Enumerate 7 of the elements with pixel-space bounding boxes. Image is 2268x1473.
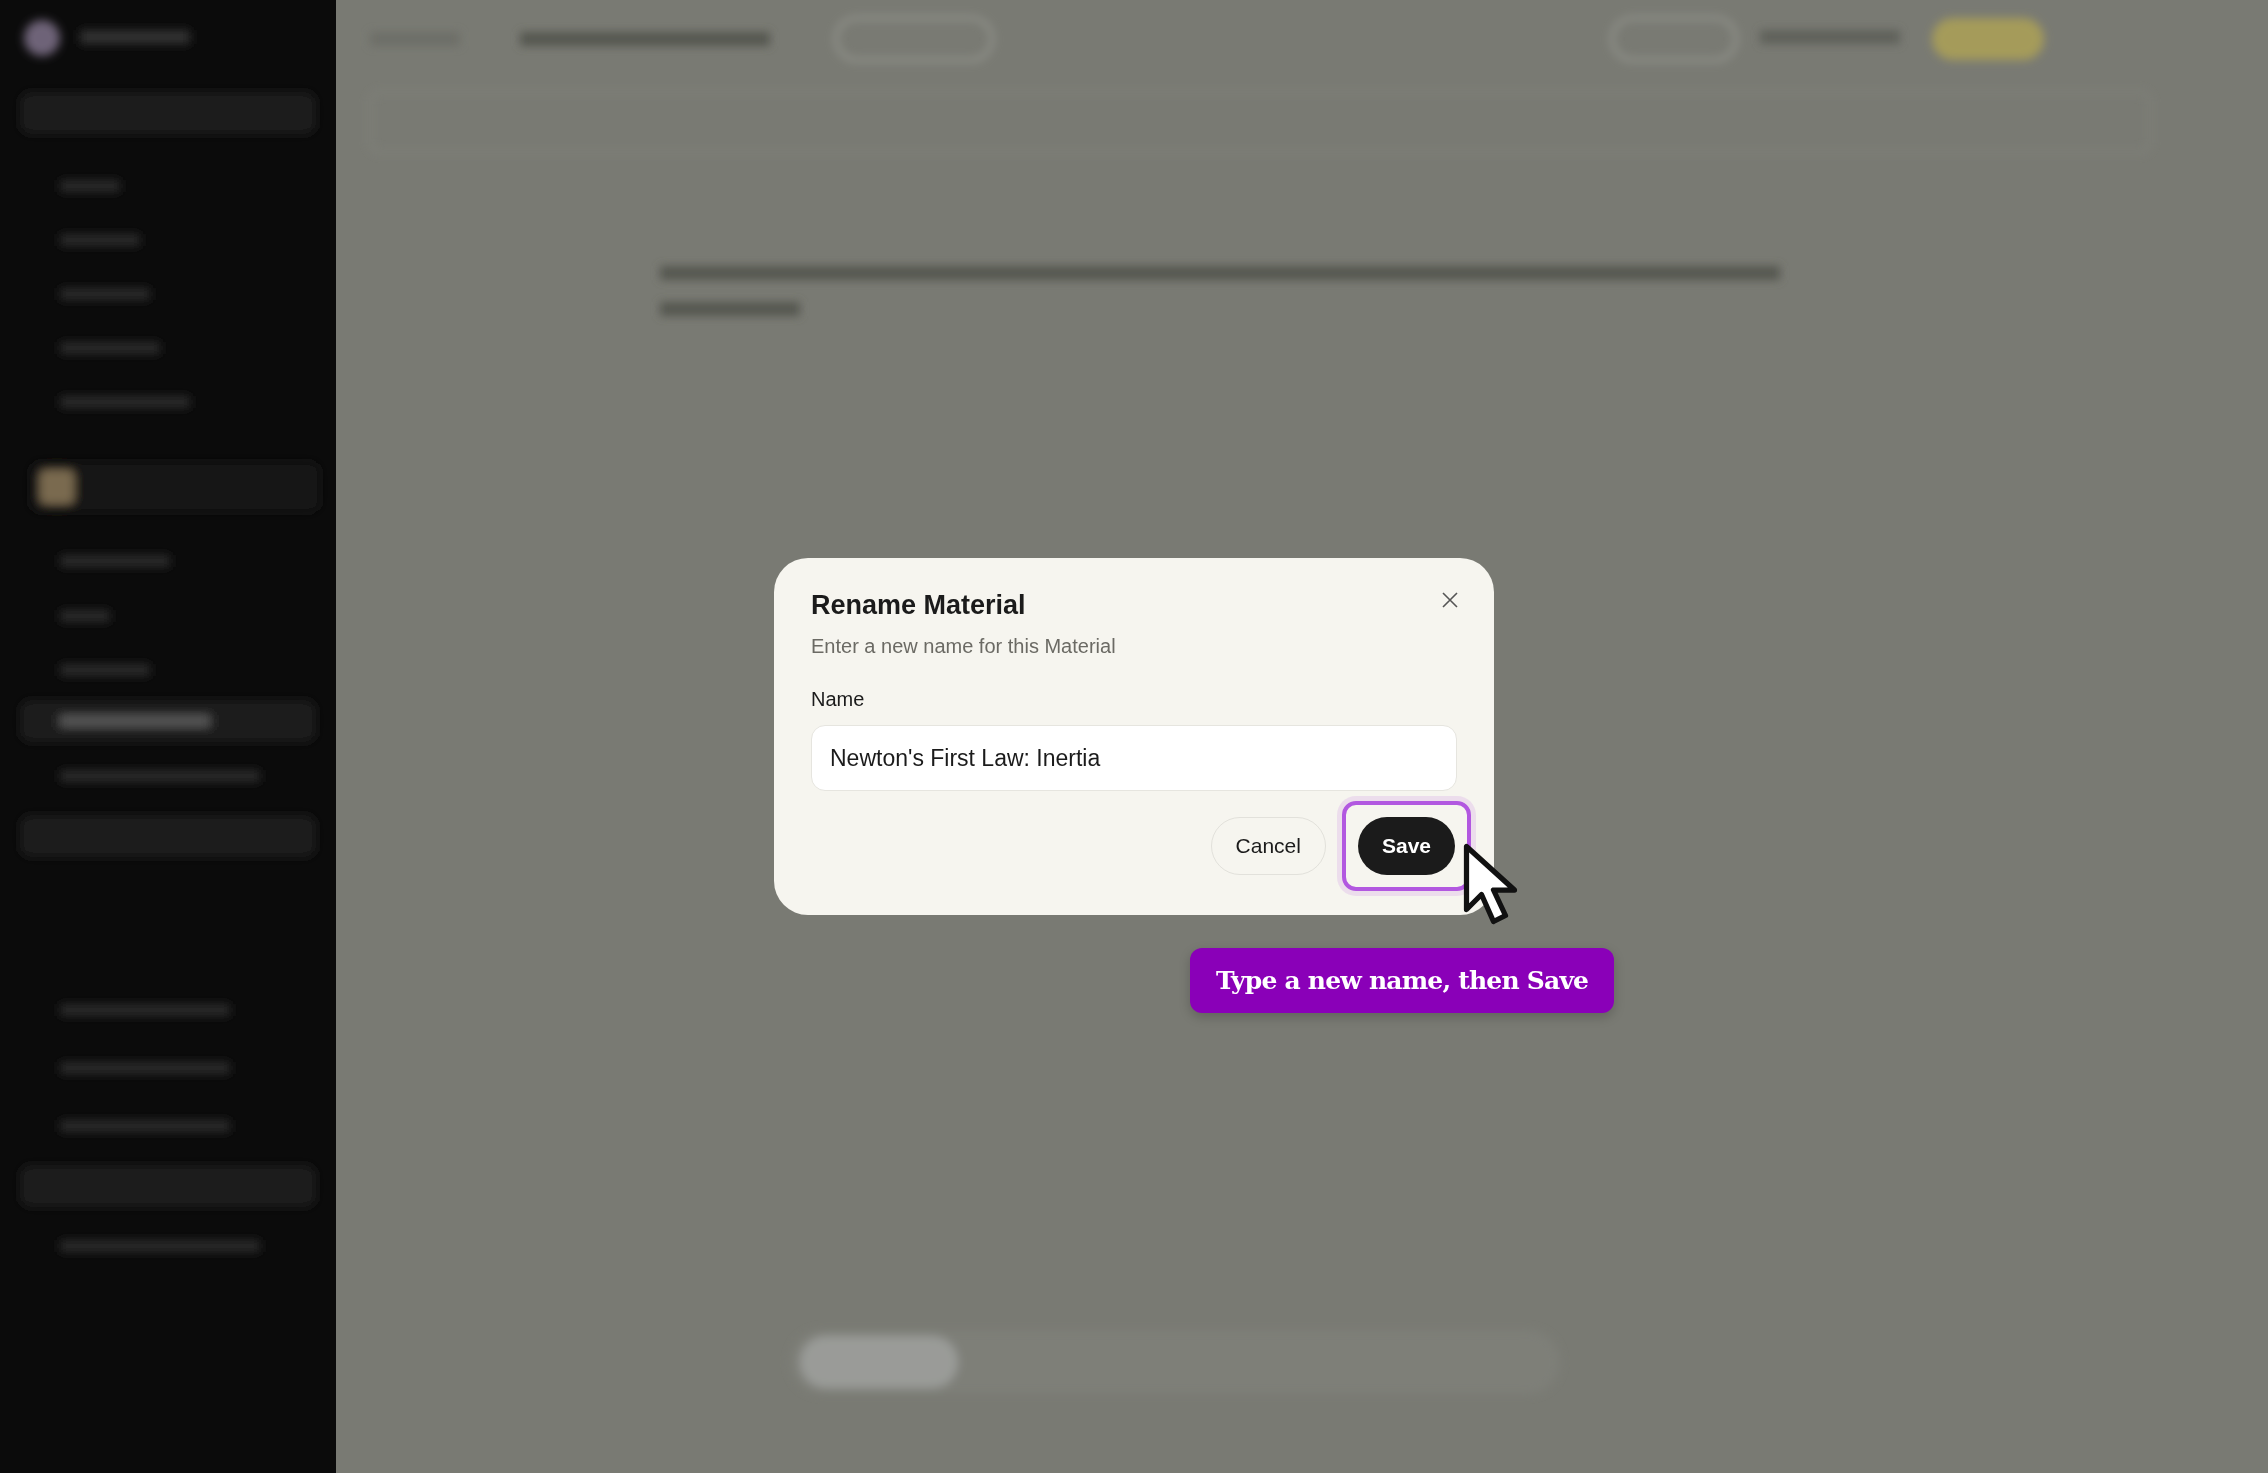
dialog-title: Rename Material xyxy=(811,590,1026,621)
save-button[interactable]: Save xyxy=(1357,817,1455,875)
cancel-button[interactable]: Cancel xyxy=(1210,817,1326,875)
name-field[interactable]: Newton's First Law: Inertia xyxy=(811,725,1457,791)
field-label: Name xyxy=(811,688,865,711)
dialog-description: Enter a new name for this Material xyxy=(811,635,1116,658)
instruction-tooltip: Type a new name, then Save xyxy=(1190,948,1615,1013)
